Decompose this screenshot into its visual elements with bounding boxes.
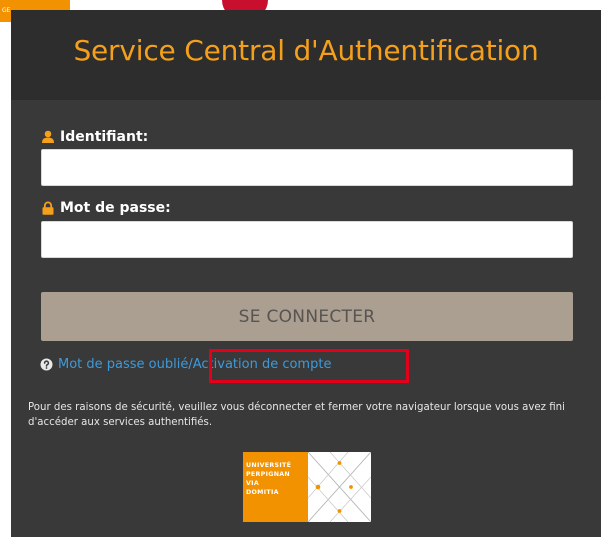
login-form: Identifiant: Mot de passe: SE CONNECTER [11, 100, 601, 537]
logo-text-block: UNIVERSITÉ PERPIGNAN VIA DOMITIA [243, 452, 308, 522]
password-label: Mot de passe: [41, 200, 171, 216]
lock-icon [41, 201, 55, 215]
password-input[interactable] [41, 221, 573, 258]
page-title: Service Central d'Authentification [73, 34, 539, 67]
account-activation-link[interactable]: Activation de compte [193, 357, 332, 372]
security-notice: Pour des raisons de sécurité, veuillez v… [28, 402, 565, 428]
logo-pattern [307, 451, 372, 523]
corner-tab-label: GE [2, 7, 11, 14]
username-label: Identifiant: [41, 129, 148, 145]
connect-button[interactable]: SE CONNECTER [41, 292, 573, 341]
forgot-password-link[interactable]: Mot de passe oublié [58, 357, 188, 372]
logo-line: VIA [246, 480, 259, 487]
username-input[interactable] [41, 149, 573, 186]
university-logo: UNIVERSITÉ PERPIGNAN VIA DOMITIA [243, 451, 372, 523]
logo-line: DOMITIA [246, 489, 279, 496]
cas-login-panel: Service Central d'Authentification Ident… [11, 10, 601, 537]
logo-line: PERPIGNAN [246, 471, 291, 478]
header: Service Central d'Authentification [11, 10, 601, 100]
user-icon [41, 130, 55, 144]
logo-line: UNIVERSITÉ [246, 462, 292, 469]
password-label-text: Mot de passe: [60, 200, 171, 216]
username-label-text: Identifiant: [60, 129, 149, 145]
question-circle-icon [40, 358, 53, 371]
help-links: Mot de passe oublié / Activation de comp… [40, 357, 331, 372]
page: GE Service Central d'Authentification Id… [0, 0, 601, 537]
